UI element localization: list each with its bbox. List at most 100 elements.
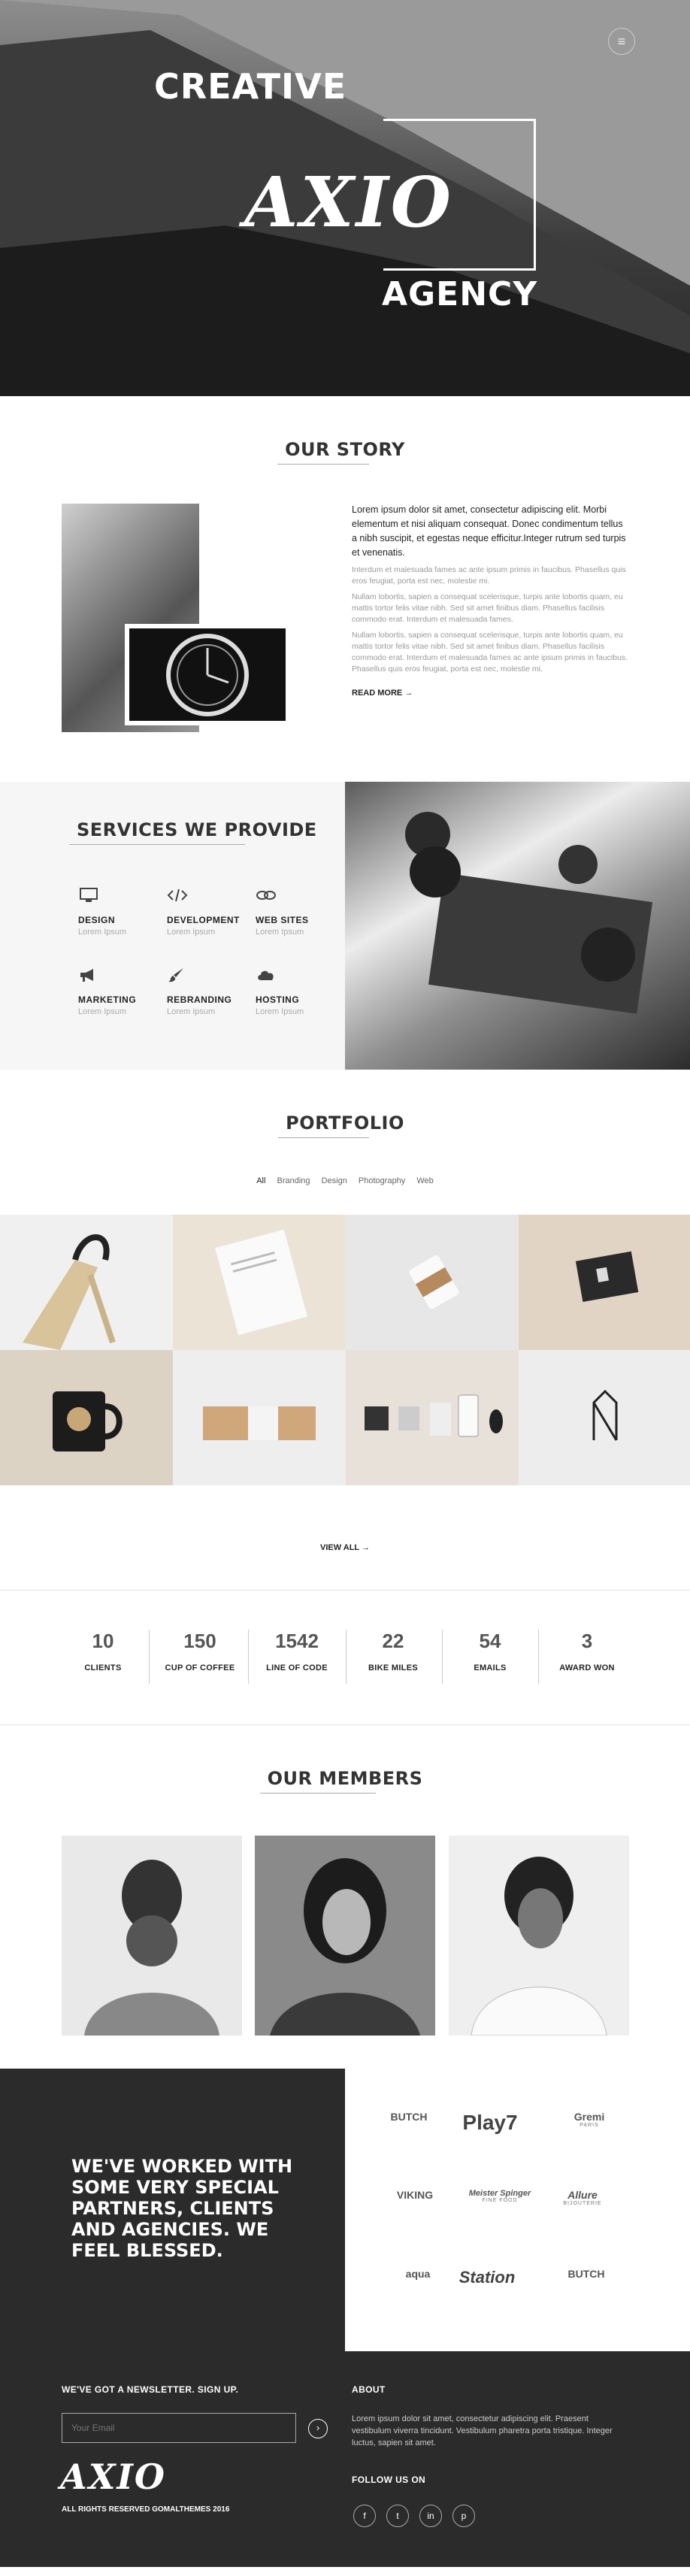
stat-label: LINE OF CODE [266,1663,328,1672]
facebook-icon[interactable]: f [353,2505,376,2527]
partner-logo[interactable]: Station [442,2268,532,2310]
partner-logo-sub: BIJOUTERIE [563,2201,602,2206]
stat-coffee: 150 CUP OF COFFEE [151,1630,249,1672]
story-title: OUR STORY [277,439,405,465]
twitter-icon[interactable]: t [386,2505,409,2527]
portfolio-item-logo[interactable] [519,1350,690,1485]
stat-number: 3 [581,1630,593,1652]
stat-bike: 22 BIKE MILES [344,1630,442,1672]
portfolio-item-chair[interactable] [0,1215,173,1350]
portfolio-item-letterhead[interactable] [173,1215,346,1350]
filter-all[interactable]: All [256,1176,265,1185]
stat-number: 54 [479,1630,501,1652]
about-text: Lorem ipsum dolor sit amet, consectetur … [352,2414,613,2447]
service-rebranding[interactable]: REBRANDING Lorem Ipsum [167,967,256,1016]
story-text: Lorem ipsum dolor sit amet, consectetur … [352,503,630,699]
story-paragraph: Nullam lobortis, sapien a consequat scel… [352,592,623,624]
member-photo[interactable] [255,1836,435,2036]
megaphone-icon [80,969,93,982]
services-title: SERVICES WE PROVIDE [69,819,317,845]
service-name: HOSTING [256,994,300,1005]
members-section: OUR MEMBERS [0,1725,690,2069]
stat-label: EMAILS [474,1663,507,1672]
arrow-right-icon: › [316,2422,320,2433]
services-team-photo [345,782,690,1070]
story-paragraph: Nullam lobortis, sapien a consequat scel… [352,631,628,674]
service-name: DEVELOPMENT [167,915,240,925]
monitor-icon [80,888,98,902]
portfolio-item-card[interactable] [519,1215,690,1350]
filter-photography[interactable]: Photography [359,1176,405,1185]
read-more-link[interactable]: READ MORE → [352,689,413,698]
view-all-link[interactable]: VIEW ALL → [0,1543,690,1552]
partners-intro: WE'VE WORKED WITH SOME VERY SPECIAL PART… [0,2069,345,2351]
portfolio-title: PORTFOLIO [278,1112,404,1138]
partner-logo[interactable]: BUTCH [364,2111,454,2153]
follow-title: FOLLOW US ON [352,2475,426,2485]
portfolio-item-box[interactable] [173,1350,346,1485]
stat-clients: 10 CLIENTS [54,1630,152,1672]
partner-logo[interactable]: VIKING [370,2189,460,2231]
divider [149,1630,150,1684]
portfolio-section: PORTFOLIO All Branding Design Photograph… [0,1070,690,1590]
member-photo[interactable] [449,1836,629,2036]
service-marketing[interactable]: MARKETING Lorem Ipsum [78,967,167,1016]
service-desc: Lorem Ipsum [167,1007,216,1016]
partner-logo[interactable]: Play7 [445,2111,535,2153]
code-icon [167,888,188,902]
portfolio-item-coffee-cup[interactable] [346,1215,519,1350]
filter-web[interactable]: Web [416,1176,433,1185]
portfolio-item-mug[interactable] [0,1350,173,1485]
stat-code: 1542 LINE OF CODE [248,1630,346,1672]
service-desc: Lorem Ipsum [78,928,127,937]
partner-logo-name: Gremi [573,2111,605,2123]
story-paragraph: Interdum et malesuada fames ac ante ipsu… [352,565,626,586]
services-grid: DESIGN Lorem Ipsum DEVELOPMENT Lorem Ips… [78,887,326,1016]
partner-logo[interactable]: Gremi PARIS [544,2111,634,2153]
partners-section: WE'VE WORKED WITH SOME VERY SPECIAL PART… [0,2069,690,2351]
stat-emails: 54 EMAILS [441,1630,539,1672]
stat-label: AWARD WON [559,1663,615,1672]
about-title: ABOUT [352,2384,386,2395]
partner-logo-sub: FINE FOOD [482,2198,518,2203]
partners-text: WE'VE WORKED WITH SOME VERY SPECIAL PART… [71,2156,293,2261]
stat-number: 150 [183,1630,216,1652]
stat-label: CUP OF COFFEE [165,1663,235,1672]
menu-button[interactable]: ≡ [608,28,635,55]
hero-title-creative: CREATIVE [154,66,347,107]
stat-number: 1542 [275,1630,319,1652]
partner-logo-name: Station [458,2268,516,2287]
filter-design[interactable]: Design [322,1176,347,1185]
service-name: DESIGN [78,915,116,925]
members-title: OUR MEMBERS [259,1768,423,1794]
member-photo[interactable] [62,1836,242,2036]
service-web-sites[interactable]: WEB SITES Lorem Ipsum [256,887,326,937]
footer-logo: AXIO [60,2456,166,2497]
stat-label: BIKE MILES [368,1663,418,1672]
newsletter-submit-button[interactable]: › [308,2419,328,2438]
partner-logo[interactable]: Allure BIJOUTERIE [537,2189,628,2231]
story-lead: Lorem ipsum dolor sit amet, consectetur … [352,504,626,558]
newsletter-title: WE'VE GOT A NEWSLETTER. SIGN UP. [62,2384,239,2395]
brush-icon [168,968,183,982]
portfolio-item-gadgets[interactable] [346,1350,519,1485]
story-section: OUR STORY Lorem ipsum dolor sit amet, co… [0,396,690,782]
service-hosting[interactable]: HOSTING Lorem Ipsum [256,967,326,1016]
service-desc: Lorem Ipsum [256,1007,304,1016]
filter-branding[interactable]: Branding [277,1176,310,1185]
stat-awards: 3 AWARD WON [538,1630,636,1672]
service-development[interactable]: DEVELOPMENT Lorem Ipsum [167,887,256,937]
partner-logo[interactable]: Meister Spinger FINE FOOD [455,2189,545,2231]
service-design[interactable]: DESIGN Lorem Ipsum [78,887,167,937]
service-desc: Lorem Ipsum [167,928,216,937]
copyright-text: ALL RIGHTS RESERVED GOMALTHEMES 2016 [62,2505,230,2514]
linkedin-icon[interactable]: in [419,2505,442,2527]
partner-logo-name: Play7 [462,2111,518,2134]
partner-logo-name: BUTCH [567,2268,605,2280]
hamburger-icon: ≡ [617,33,626,49]
partner-logo[interactable]: BUTCH [541,2268,631,2310]
pinterest-icon[interactable]: p [452,2505,475,2527]
service-name: REBRANDING [167,994,232,1005]
newsletter-email-input[interactable] [62,2413,296,2443]
story-clock-image [125,624,290,725]
